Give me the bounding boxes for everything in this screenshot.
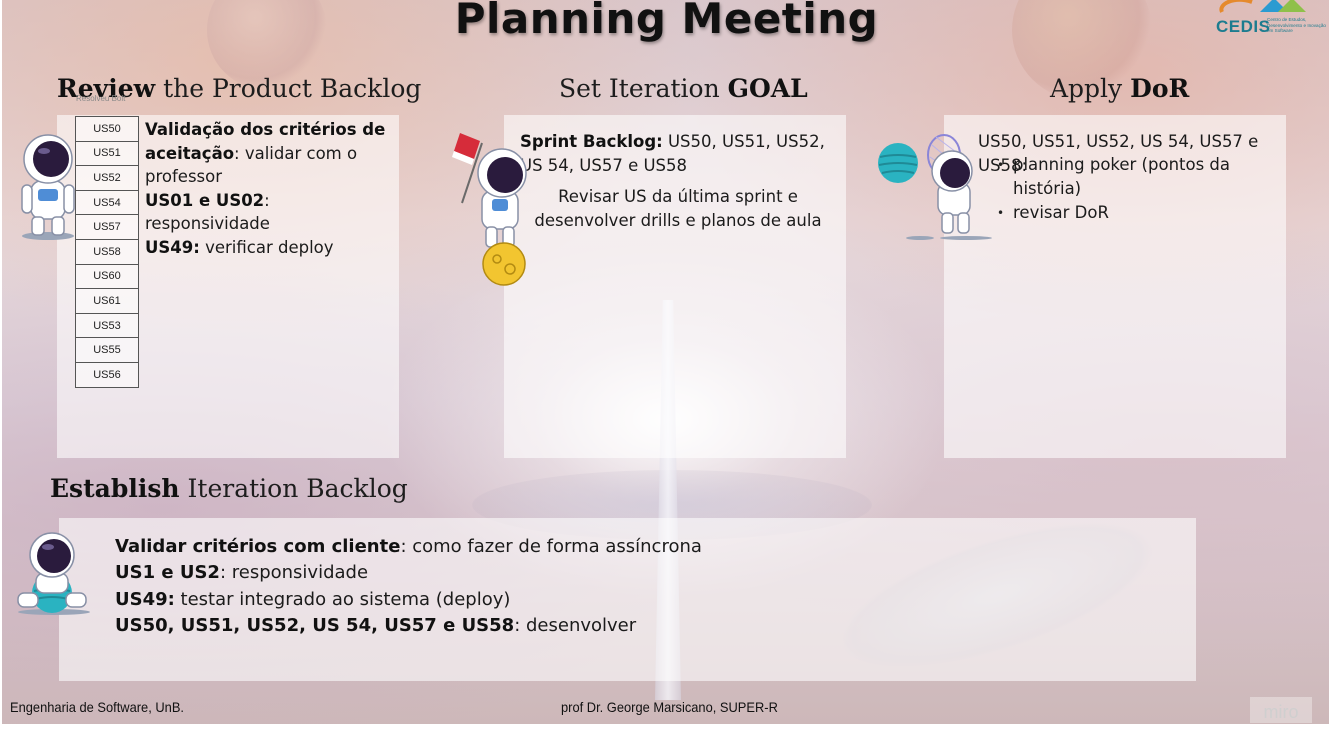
astronaut-sitting-icon[interactable] [14, 531, 94, 615]
backlog-cell[interactable]: US56 [75, 361, 139, 388]
dor-bullet-item[interactable]: planning poker (pontos da história) [1013, 153, 1253, 200]
table-row[interactable]: US55 [75, 337, 139, 363]
establish-heading[interactable]: Establish Iteration Backlog [50, 474, 408, 503]
backlog-cell[interactable]: US53 [75, 312, 139, 339]
table-row[interactable]: US61 [75, 288, 139, 314]
backlog-cell[interactable]: US50 [75, 116, 139, 142]
backlog-cell[interactable]: US55 [75, 337, 139, 363]
bullet-icon: • [997, 158, 1005, 172]
dor-bullet-item[interactable]: revisar DoR [1013, 201, 1109, 225]
goal-heading[interactable]: Set Iteration GOAL [559, 74, 808, 103]
table-row[interactable]: US57 [75, 214, 139, 240]
list-item: US01 e US02: responsividade [145, 190, 270, 234]
table-row[interactable]: US54 [75, 189, 139, 216]
list-item: Validação dos critérios de aceitação: va… [145, 120, 386, 186]
backlog-cell[interactable]: US58 [75, 238, 139, 265]
list-item: Validar critérios com cliente: como faze… [115, 536, 702, 557]
backlog-cell[interactable]: US54 [75, 189, 139, 216]
review-notes[interactable]: Validação dos critérios de aceitação: va… [145, 118, 395, 259]
list-item: US49: verificar deploy [145, 237, 334, 257]
list-item: US50, US51, US52, US 54, US57 e US58: de… [115, 614, 637, 636]
footer-course: Engenharia de Software, UnB. [10, 699, 184, 715]
board-title[interactable]: Planning Meeting [0, 0, 1333, 43]
table-row[interactable]: US53 [75, 312, 139, 339]
table-row[interactable]: US58 [75, 238, 139, 265]
goal-note[interactable]: Revisar US da última sprint e desenvolve… [520, 185, 836, 232]
dor-heading[interactable]: Apply DoR [1050, 74, 1189, 103]
backlog-cell[interactable]: US51 [75, 140, 139, 167]
table-row[interactable]: US56 [75, 361, 139, 388]
miro-watermark: miro [1250, 697, 1312, 723]
sprint-backlog-text[interactable]: Sprint Backlog: US50, US51, US52, US 54,… [520, 130, 832, 177]
table-row[interactable]: US51 [75, 140, 139, 167]
list-item: US1 e US2: responsividade [115, 562, 369, 584]
cedis-logo-subtitle: Centro de Estudos, Desenvolvimento e Ino… [1267, 17, 1326, 33]
table-row[interactable]: US60 [75, 263, 139, 290]
product-backlog-table[interactable]: US50 US51 US52 US54 US57 US58 US60 US61 US53 US55… [75, 116, 139, 388]
establish-notes[interactable]: Validar critérios com cliente: como faze… [115, 534, 1115, 639]
list-item: US49: testar integrado ao sistema (deplo… [115, 588, 511, 610]
backlog-cell[interactable]: US57 [75, 214, 139, 240]
footer-author: prof Dr. George Marsicano, SUPER-R [561, 699, 778, 715]
bullet-icon: • [997, 206, 1005, 220]
cedis-logo-text: CEDIS [1216, 17, 1271, 36]
backlog-cell[interactable]: US60 [75, 263, 139, 290]
backlog-cell[interactable]: US52 [75, 165, 139, 191]
bottom-bar [0, 724, 1333, 750]
astronaut-flag-icon[interactable] [452, 133, 532, 288]
sticky-label: Resolveu Bolt [76, 94, 126, 103]
table-row[interactable]: US50 [75, 116, 139, 142]
astronaut-standing-icon[interactable] [18, 133, 78, 241]
astronaut-net-icon[interactable] [876, 133, 996, 241]
backlog-cell[interactable]: US61 [75, 288, 139, 314]
table-row[interactable]: US52 [75, 165, 139, 191]
